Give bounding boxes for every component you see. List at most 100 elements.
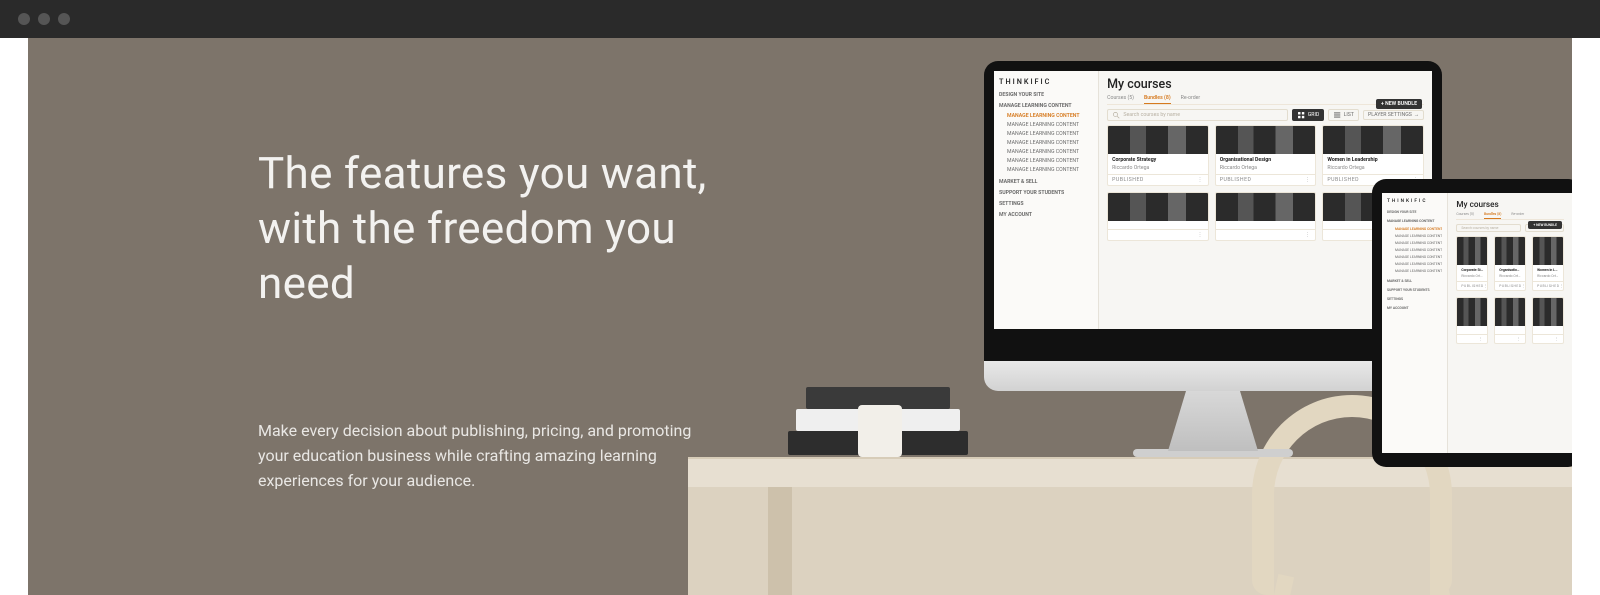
sidebar-item[interactable]: MANAGE LEARNING CONTENT: [999, 165, 1093, 174]
course-author: Riccardo Ortega: [1108, 165, 1208, 174]
course-card[interactable]: Women in Leadership Riccardo Ortega PUBL…: [1322, 125, 1424, 186]
hero-section: The features you want, with the freedom …: [28, 38, 1572, 595]
sidebar-item[interactable]: MANAGE LEARNING CONTENT: [1387, 260, 1442, 267]
window-minimize-dot[interactable]: [38, 13, 50, 25]
hero-paragraph: Make every decision about publishing, pr…: [258, 419, 713, 493]
course-title: Organisational Design: [1495, 265, 1525, 274]
page-title: My courses: [1107, 77, 1424, 92]
course-status-row: PUBLISHED⋮: [1533, 281, 1563, 290]
sidebar-item[interactable]: MANAGE LEARNING CONTENT: [1387, 225, 1442, 232]
course-card[interactable]: ⋮: [1107, 192, 1209, 241]
course-thumb: [1323, 126, 1423, 154]
player-settings-button[interactable]: PLAYER SETTINGS →: [1363, 110, 1424, 120]
course-card[interactable]: ⋮: [1494, 297, 1526, 344]
course-title: Corporate Strategy: [1457, 265, 1487, 274]
kebab-icon[interactable]: ⋮: [1559, 284, 1563, 288]
hero-heading: The features you want, with the freedom …: [258, 146, 778, 311]
window-close-dot[interactable]: [18, 13, 30, 25]
view-grid-button[interactable]: GRID: [1292, 109, 1324, 121]
course-status-row: ⋮: [1533, 334, 1563, 343]
sidebar-item[interactable]: MANAGE LEARNING CONTENT: [1387, 267, 1442, 274]
sidebar-group[interactable]: DESIGN YOUR SITE: [1387, 210, 1442, 214]
course-status: PUBLISHED: [1327, 177, 1359, 183]
new-bundle-button[interactable]: + NEW BUNDLE: [1376, 99, 1422, 109]
kebab-icon[interactable]: ⋮: [1517, 337, 1521, 341]
course-thumb: [1216, 126, 1316, 154]
kebab-icon[interactable]: ⋮: [1198, 232, 1204, 238]
course-status-row: PUBLISHED⋮: [1495, 281, 1525, 290]
app-sidebar: THINKIFIC DESIGN YOUR SITE MANAGE LEARNI…: [994, 71, 1099, 329]
sidebar-item[interactable]: MANAGE LEARNING CONTENT: [1387, 246, 1442, 253]
sidebar-item[interactable]: MANAGE LEARNING CONTENT: [1387, 253, 1442, 260]
window-zoom-dot[interactable]: [58, 13, 70, 25]
kebab-icon[interactable]: ⋮: [1522, 284, 1526, 288]
kebab-icon[interactable]: ⋮: [1305, 232, 1311, 238]
course-thumb: [1533, 237, 1563, 265]
course-status: PUBLISHED: [1537, 284, 1559, 288]
sidebar-item[interactable]: MANAGE LEARNING CONTENT: [999, 138, 1093, 147]
sidebar-item[interactable]: MANAGE LEARNING CONTENT: [999, 129, 1093, 138]
new-bundle-button[interactable]: + NEW BUNDLE: [1528, 221, 1562, 229]
course-thumb: [1457, 298, 1487, 326]
sidebar-group[interactable]: SUPPORT YOUR STUDENTS: [1387, 288, 1442, 292]
course-thumb: [1108, 193, 1208, 221]
course-card[interactable]: ⋮: [1532, 297, 1564, 344]
course-thumb: [1457, 237, 1487, 265]
course-author: Riccardo Ortega: [1216, 165, 1316, 174]
tab-bar: Courses (5) Bundles (8) Re-order: [1456, 212, 1564, 220]
sidebar-group[interactable]: MARKET & SELL: [999, 179, 1093, 185]
sidebar-item[interactable]: MANAGE LEARNING CONTENT: [1387, 232, 1442, 239]
kebab-icon[interactable]: ⋮: [1305, 177, 1311, 183]
kebab-icon[interactable]: ⋮: [1479, 337, 1483, 341]
browser-chrome: [0, 0, 1600, 38]
tab[interactable]: Bundles (8): [1484, 212, 1501, 219]
sidebar-group[interactable]: MY ACCOUNT: [999, 212, 1093, 218]
sidebar-item[interactable]: MANAGE LEARNING CONTENT: [999, 111, 1093, 120]
sidebar-item[interactable]: MANAGE LEARNING CONTENT: [999, 156, 1093, 165]
toolbar: Search courses by name GRID LIST: [1107, 109, 1424, 121]
course-status-row: PUBLISHED⋮: [1457, 281, 1487, 290]
sidebar-item[interactable]: MANAGE LEARNING CONTENT: [999, 147, 1093, 156]
sidebar-group[interactable]: SETTINGS: [999, 201, 1093, 207]
course-card[interactable]: ⋮: [1215, 192, 1317, 241]
kebab-icon[interactable]: ⋮: [1484, 284, 1488, 288]
sidebar-group[interactable]: DESIGN YOUR SITE: [999, 92, 1093, 98]
course-grid: Corporate Strategy Riccardo Ortega PUBLI…: [1456, 236, 1564, 344]
course-status-row: ⋮: [1108, 229, 1208, 240]
course-title: Women in Leadership: [1533, 265, 1563, 274]
kebab-icon[interactable]: ⋮: [1198, 177, 1204, 183]
sidebar-group[interactable]: MANAGE LEARNING CONTENT: [1387, 219, 1442, 223]
app-logo: THINKIFIC: [999, 77, 1093, 86]
sidebar-item[interactable]: MANAGE LEARNING CONTENT: [1387, 239, 1442, 246]
sidebar-group[interactable]: MY ACCOUNT: [1387, 306, 1442, 310]
course-card[interactable]: Corporate Strategy Riccardo Ortega PUBLI…: [1456, 236, 1488, 291]
tab[interactable]: Courses (5): [1107, 95, 1134, 104]
tab[interactable]: Bundles (8): [1144, 95, 1171, 104]
sidebar-group[interactable]: MANAGE LEARNING CONTENT: [999, 103, 1093, 109]
course-card[interactable]: ⋮: [1456, 297, 1488, 344]
course-card[interactable]: Corporate Strategy Riccardo Ortega PUBLI…: [1107, 125, 1209, 186]
tab[interactable]: Courses (5): [1456, 212, 1474, 219]
search-input[interactable]: Search courses by name: [1107, 109, 1288, 121]
tab[interactable]: Re-order: [1181, 95, 1200, 104]
sidebar-item[interactable]: MANAGE LEARNING CONTENT: [999, 120, 1093, 129]
kebab-icon[interactable]: ⋮: [1555, 337, 1559, 341]
course-card[interactable]: Organisational Design Riccardo Ortega PU…: [1215, 125, 1317, 186]
course-thumb: [1533, 298, 1563, 326]
imac-screen: THINKIFIC DESIGN YOUR SITE MANAGE LEARNI…: [994, 71, 1432, 329]
course-title: Organisational Design: [1216, 154, 1316, 165]
app-sidebar: THINKIFIC DESIGN YOUR SITE MANAGE LEARNI…: [1382, 193, 1448, 453]
search-input[interactable]: Search courses by name: [1456, 224, 1521, 232]
course-card[interactable]: Women in Leadership Riccardo Ortega PUBL…: [1532, 236, 1564, 291]
page-title: My courses: [1456, 199, 1564, 209]
tab[interactable]: Re-order: [1511, 212, 1524, 219]
course-status-row: PUBLISHED ⋮: [1216, 174, 1316, 185]
course-card[interactable]: Organisational Design Riccardo Ortega PU…: [1494, 236, 1526, 291]
view-list-button[interactable]: LIST: [1328, 109, 1359, 121]
course-thumb: [1495, 298, 1525, 326]
course-thumb: [1108, 126, 1208, 154]
sidebar-group[interactable]: MARKET & SELL: [1387, 279, 1442, 283]
sidebar-group[interactable]: SETTINGS: [1387, 297, 1442, 301]
course-author: Riccardo Ortega: [1323, 165, 1423, 174]
sidebar-group[interactable]: SUPPORT YOUR STUDENTS: [999, 190, 1093, 196]
